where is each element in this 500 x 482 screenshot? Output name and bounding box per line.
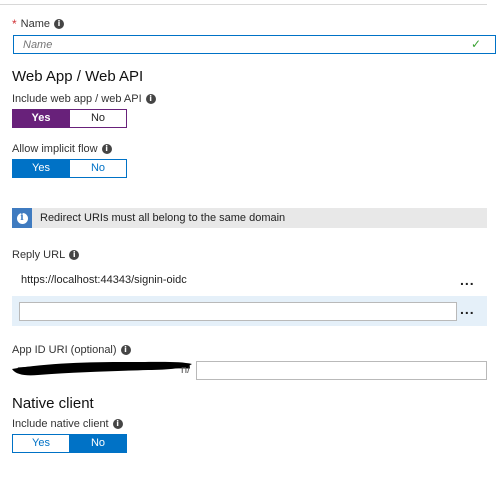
include-native-client-no-button[interactable]: No [70,434,127,453]
native-client-heading: Native client [12,395,94,412]
reply-url-new-input[interactable] [19,302,457,321]
include-native-client-label-row: Include native client i [12,418,123,430]
info-icon[interactable]: i [112,419,123,429]
info-icon[interactable]: i [54,19,65,29]
include-web-app-yes-button[interactable]: Yes [12,109,70,128]
include-native-client-yes-button[interactable]: Yes [12,434,70,453]
reply-url-more-button[interactable]: ... [460,272,475,288]
info-icon[interactable]: i [145,94,156,104]
include-web-app-label: Include web app / web API [12,93,142,105]
info-icon[interactable]: i [101,144,112,154]
reply-url-label: Reply URL [12,249,66,261]
valid-check-icon: ✓ [471,37,482,51]
reply-url-label-row: Reply URL i [12,249,80,261]
implicit-flow-label-row: Allow implicit flow i [12,143,112,155]
top-divider [0,4,487,5]
name-label: Name [20,18,51,30]
include-web-app-label-row: Include web app / web API i [12,93,156,105]
app-id-uri-input[interactable] [196,361,487,380]
implicit-flow-no-button[interactable]: No [70,159,127,178]
redaction-scribble [12,361,192,376]
info-icon: i [16,212,28,224]
implicit-flow-toggle: Yes No [12,159,127,178]
include-native-client-label: Include native client [12,418,109,430]
reply-url-new-row: ... [12,296,487,326]
app-id-uri-suffix: n/ [181,364,191,376]
reply-url-value[interactable]: https://localhost:44343/signin-oidc [21,274,187,286]
info-icon[interactable]: i [69,250,80,260]
reply-url-new-more-button[interactable]: ... [460,301,475,317]
implicit-flow-label: Allow implicit flow [12,143,98,155]
name-input[interactable] [13,35,496,54]
include-web-app-toggle: Yes No [12,109,127,128]
implicit-flow-yes-button[interactable]: Yes [12,159,70,178]
banner-text: Redirect URIs must all belong to the sam… [40,212,286,224]
include-native-client-toggle: Yes No [12,434,127,453]
web-app-heading: Web App / Web API [12,68,144,85]
info-icon-box: i [12,208,32,228]
name-label-row: * Name i [12,17,65,31]
include-web-app-no-button[interactable]: No [70,109,127,128]
redirect-info-banner: i Redirect URIs must all belong to the s… [12,208,487,228]
required-marker: * [12,17,17,31]
